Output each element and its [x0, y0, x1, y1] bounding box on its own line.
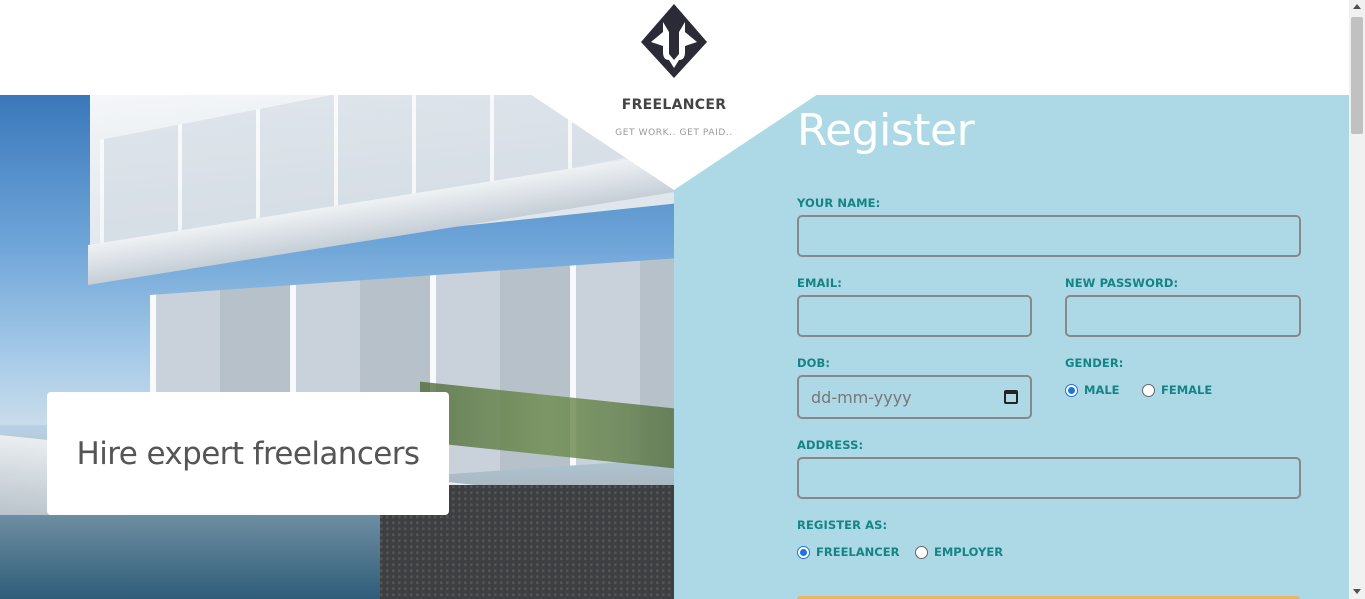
radio-unselected-icon[interactable] — [915, 545, 928, 559]
gender-option-male[interactable]: MALE — [1065, 383, 1120, 397]
vertical-scrollbar[interactable] — [1349, 0, 1365, 599]
brand-name: FREELANCER — [621, 97, 727, 113]
freelancer-label: FREELANCER — [816, 545, 900, 559]
diamond-logo-icon[interactable] — [639, 2, 709, 80]
register-as-employer[interactable]: EMPLOYER — [915, 545, 1003, 559]
register-as-label: REGISTER AS: — [797, 518, 888, 532]
gender-female-label: FEMALE — [1161, 383, 1213, 397]
scroll-down-arrow-icon[interactable] — [1353, 589, 1361, 594]
gender-label: GENDER: — [1065, 356, 1124, 370]
email-field[interactable] — [797, 295, 1032, 337]
register-title: Register — [797, 105, 975, 156]
email-label: EMAIL: — [797, 276, 843, 290]
calendar-icon[interactable] — [1004, 390, 1018, 404]
hero-caption: Hire expert freelancers — [76, 435, 420, 472]
hero-caption-card: Hire expert freelancers — [47, 392, 449, 515]
name-label: YOUR NAME: — [797, 196, 881, 210]
radio-unselected-icon[interactable] — [1142, 383, 1155, 397]
hero-image — [0, 95, 674, 599]
register-as-freelancer[interactable]: FREELANCER — [797, 545, 899, 559]
address-field[interactable] — [797, 457, 1301, 499]
name-field[interactable] — [797, 215, 1301, 257]
password-field[interactable] — [1065, 295, 1301, 337]
password-label: NEW PASSWORD: — [1065, 276, 1179, 290]
gender-male-label: MALE — [1084, 383, 1120, 397]
dob-placeholder: dd-mm-yyyy — [811, 387, 912, 407]
scroll-up-arrow-icon[interactable] — [1353, 4, 1361, 9]
radio-selected-icon[interactable] — [1065, 383, 1078, 397]
dob-label: DOB: — [797, 356, 831, 370]
employer-label: EMPLOYER — [934, 545, 1004, 559]
scroll-thumb[interactable] — [1351, 17, 1363, 134]
gender-option-female[interactable]: FEMALE — [1142, 383, 1212, 397]
dob-field[interactable]: dd-mm-yyyy — [797, 375, 1032, 419]
brand-tagline: GET WORK.. GET PAID.. — [615, 128, 733, 138]
radio-selected-icon[interactable] — [797, 545, 810, 559]
address-label: ADDRESS: — [797, 438, 864, 452]
register-panel — [674, 95, 1349, 599]
